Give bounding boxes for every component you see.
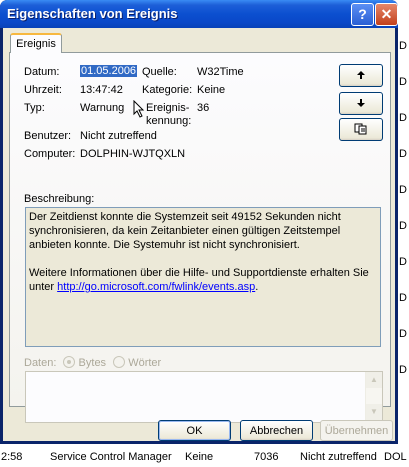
apply-button[interactable]: Übernehmen bbox=[320, 420, 393, 441]
title-bar[interactable]: Eigenschaften von Ereignis ? ✕ bbox=[0, 0, 398, 28]
background-text-fragment: D bbox=[399, 328, 407, 340]
background-text-fragment: D bbox=[399, 364, 407, 376]
background-text-fragment: D bbox=[399, 76, 407, 88]
row-source: Service Control Manager bbox=[50, 451, 172, 463]
event-properties-dialog: Eigenschaften von Ereignis ? ✕ Ereignis … bbox=[0, 0, 398, 444]
datum-value[interactable]: 01.05.2006 bbox=[80, 65, 138, 77]
data-format-row: Daten: Bytes Wörter bbox=[24, 356, 161, 369]
quelle-label: Quelle: bbox=[142, 66, 177, 78]
close-button[interactable]: ✕ bbox=[375, 3, 398, 26]
dialog-client-area: Ereignis Datum: 01.05.2006 Quelle: W32Ti… bbox=[3, 28, 395, 441]
next-event-button[interactable] bbox=[339, 92, 383, 115]
row-user: Nicht zutreffend bbox=[300, 451, 377, 463]
bytes-radio[interactable] bbox=[63, 356, 76, 368]
help-link[interactable]: http://go.microsoft.com/fwlink/events.as… bbox=[57, 281, 255, 293]
background-text-fragment: D bbox=[399, 292, 407, 304]
typ-label: Typ: bbox=[24, 102, 45, 114]
row-computer: DOL bbox=[384, 451, 407, 463]
quelle-value[interactable]: W32Time bbox=[197, 66, 244, 78]
ereigniskennung-label-line1: Ereignis- bbox=[146, 102, 190, 114]
description-text-box[interactable]: Der Zeitdienst konnte die Systemzeit sei… bbox=[25, 207, 381, 347]
data-label: Daten: bbox=[24, 357, 57, 369]
bytes-radio-label: Bytes bbox=[78, 357, 107, 369]
help-button[interactable]: ? bbox=[351, 3, 374, 26]
tab-ereignis[interactable]: Ereignis bbox=[10, 33, 62, 53]
row-time: 2:58 bbox=[1, 451, 23, 463]
row-event-id: 7036 bbox=[254, 451, 279, 463]
benutzer-label: Benutzer: bbox=[24, 130, 72, 142]
background-window-edge: D D D D D D D D D D bbox=[398, 0, 409, 467]
cancel-button[interactable]: Abbrechen bbox=[240, 420, 313, 441]
background-text-fragment: D bbox=[399, 184, 407, 196]
close-icon: ✕ bbox=[380, 6, 393, 22]
description-paragraph-2-end: . bbox=[255, 281, 259, 293]
arrow-up-icon bbox=[357, 71, 365, 79]
previous-event-button[interactable] bbox=[339, 64, 383, 87]
background-text-fragment: D bbox=[399, 220, 407, 232]
data-scrollbar[interactable]: ▲ ▼ bbox=[365, 372, 382, 420]
mouse-cursor-icon bbox=[133, 100, 145, 118]
ok-button[interactable]: OK bbox=[158, 420, 231, 441]
background-text-fragment: D bbox=[399, 40, 407, 52]
scroll-up-icon[interactable]: ▲ bbox=[366, 372, 382, 388]
row-category: Keine bbox=[185, 451, 214, 463]
copy-icon bbox=[354, 123, 367, 135]
typ-value[interactable]: Warnung bbox=[80, 102, 124, 114]
description-paragraph-2: Weitere Informationen über die Hilfe- un… bbox=[29, 266, 377, 294]
words-radio[interactable] bbox=[113, 356, 126, 368]
description-label: Beschreibung: bbox=[24, 193, 95, 205]
copy-event-button[interactable] bbox=[339, 118, 383, 141]
description-paragraph-1: Der Zeitdienst konnte die Systemzeit sei… bbox=[29, 211, 341, 251]
ereigniskennung-label-line2: kennung: bbox=[146, 115, 192, 127]
background-event-list-row[interactable]: 2:58 Service Control Manager Keine 7036 … bbox=[0, 444, 409, 467]
tab-panel: Datum: 01.05.2006 Quelle: W32Time Uhrzei… bbox=[9, 52, 391, 423]
uhrzeit-value[interactable]: 13:47:42 bbox=[80, 84, 123, 96]
arrow-down-icon bbox=[357, 99, 365, 107]
background-text-fragment: D bbox=[399, 148, 407, 160]
help-icon: ? bbox=[358, 6, 367, 22]
scroll-down-icon[interactable]: ▼ bbox=[366, 404, 382, 420]
uhrzeit-label: Uhrzeit: bbox=[24, 84, 62, 96]
computer-label: Computer: bbox=[24, 148, 76, 160]
background-text-fragment: D bbox=[399, 256, 407, 268]
datum-label: Datum: bbox=[24, 66, 60, 78]
background-text-fragment: D bbox=[399, 112, 407, 124]
kategorie-label: Kategorie: bbox=[142, 84, 193, 96]
words-radio-label: Wörter bbox=[128, 357, 162, 369]
ereigniskennung-value[interactable]: 36 bbox=[197, 102, 209, 114]
kategorie-value[interactable]: Keine bbox=[197, 84, 225, 96]
computer-value[interactable]: DOLPHIN-WJTQXLN bbox=[80, 148, 185, 160]
data-text-box[interactable]: ▲ ▼ bbox=[25, 371, 383, 423]
benutzer-value[interactable]: Nicht zutreffend bbox=[80, 130, 157, 142]
window-title: Eigenschaften von Ereignis bbox=[7, 6, 178, 21]
